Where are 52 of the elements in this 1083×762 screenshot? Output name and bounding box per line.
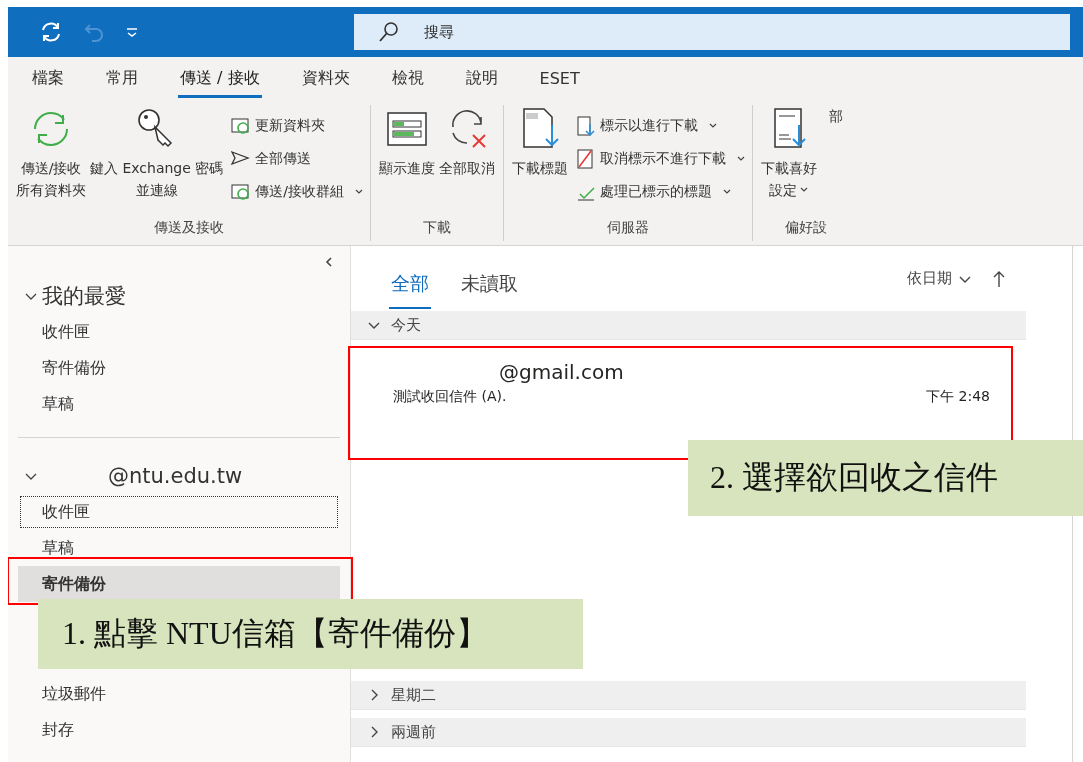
ribbon-button[interactable]: 全部傳送: [231, 142, 365, 175]
folder-sync-icon: [231, 181, 252, 202]
folder-item[interactable]: 收件匣: [18, 314, 340, 350]
ribbon-button[interactable]: 處理已標示的標題: [576, 175, 747, 208]
folder-item[interactable]: 垃圾郵件: [18, 676, 340, 712]
ribbon-button[interactable]: 傳送/接收群組: [231, 175, 365, 208]
ribbon-button[interactable]: 下載喜好 設定: [759, 105, 820, 219]
account-header[interactable]: 我的最愛: [42, 282, 126, 310]
folder-item[interactable]: 草稿: [18, 530, 340, 566]
sort-button[interactable]: 依日期: [907, 269, 972, 288]
ribbon-tab[interactable]: 檔案: [30, 62, 66, 98]
ribbon-button[interactable]: 部: [819, 105, 854, 219]
callout: 2. 選擇欲回收之信件: [688, 440, 1083, 516]
group-label: 偏好設: [784, 219, 829, 237]
ribbon-button[interactable]: 更新資料夾: [231, 109, 365, 142]
ribbon-button[interactable]: 全部取消: [437, 105, 498, 219]
folder-item[interactable]: 寄件備份: [18, 566, 340, 602]
ribbon-tab[interactable]: 常用: [104, 62, 140, 98]
timestamp: 下午 2:48: [926, 388, 990, 406]
date-group-header[interactable]: 今天: [351, 311, 1026, 340]
collapse-icon[interactable]: [324, 256, 334, 268]
subject: 測試收回信件 (A).: [393, 388, 507, 406]
group-label: 傳送及接收: [153, 219, 225, 237]
ribbon-tab[interactable]: 檢視: [389, 62, 426, 98]
ribbon-button[interactable]: 取消標示不進行下載: [576, 142, 747, 175]
account-header[interactable]: @ntu.edu.tw: [108, 464, 243, 488]
folder-item[interactable]: 收件匣: [18, 494, 340, 530]
ribbon-tab[interactable]: 資料夾: [299, 62, 352, 98]
date-group-header[interactable]: 星期二: [351, 681, 1026, 710]
ribbon-tab[interactable]: 說明: [463, 62, 500, 98]
ribbon-tab[interactable]: 傳送 / 接收: [178, 62, 262, 98]
filter-tab[interactable]: 未讀取: [459, 262, 520, 309]
group-label: 下載: [422, 219, 453, 237]
group-label: 伺服器: [606, 219, 651, 237]
date-group-header[interactable]: 兩週前: [351, 718, 1026, 747]
filter-tab[interactable]: 全部: [389, 262, 431, 309]
callout: 1. 點擊 NTU信箱【寄件備份】: [38, 599, 583, 669]
ribbon-button[interactable]: 鍵入 Exchange 密碼 並連線: [88, 105, 226, 219]
sort-direction-icon[interactable]: [992, 269, 1006, 288]
ribbon-button[interactable]: 傳送/接收 所有資料夾: [14, 105, 88, 219]
search-icon: [378, 21, 400, 43]
ribbon-button[interactable]: 標示以進行下載: [576, 109, 747, 142]
folder-item[interactable]: 封存: [18, 712, 340, 748]
search-field[interactable]: 搜尋: [354, 14, 1070, 50]
document-download-icon: [576, 115, 597, 136]
folder-sync-icon: [231, 115, 252, 136]
ribbon-button[interactable]: 下載標題: [510, 105, 571, 219]
ribbon-tab[interactable]: ESET: [537, 63, 582, 97]
ribbon-button[interactable]: 顯示進度: [377, 105, 438, 219]
folder-item[interactable]: 寄件備份: [18, 350, 340, 386]
folder-item[interactable]: 草稿: [18, 386, 340, 422]
sender: @gmail.com: [498, 360, 625, 384]
